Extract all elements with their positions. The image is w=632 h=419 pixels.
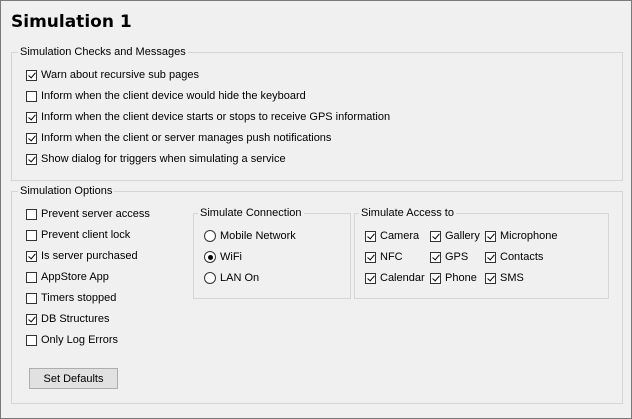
option-prevent-client-lock[interactable]: Prevent client lock [26,228,130,242]
radio-label: WiFi [220,251,242,263]
checkbox[interactable] [26,90,37,102]
radio-lan-on[interactable]: LAN On [204,271,259,285]
radio-wifi[interactable]: WiFi [204,250,242,264]
simulation-panel: Simulation 1 Simulation Checks and Messa… [0,0,632,419]
checkbox[interactable] [26,271,37,283]
checkbox-label: Gallery [445,230,480,242]
checkbox[interactable] [485,251,496,263]
checkbox-label: Timers stopped [41,292,117,304]
checkbox-label: Calendar [380,272,425,284]
checkbox-label: Inform when the client or server manages… [41,132,332,144]
access-group-title: Simulate Access to [359,206,456,220]
radio-label: LAN On [220,272,260,284]
checkbox-label: NFC [380,251,403,263]
access-sms[interactable]: SMS [485,271,524,285]
check-push-notifications[interactable]: Inform when the client or server manages… [26,131,331,145]
checkbox-label: Phone [445,272,477,284]
checkbox-label: Show dialog for triggers when simulating… [41,153,286,165]
option-only-log-errors[interactable]: Only Log Errors [26,333,118,347]
option-timers-stopped[interactable]: Timers stopped [26,291,116,305]
option-appstore-app[interactable]: AppStore App [26,270,109,284]
checkbox[interactable] [26,208,37,220]
checkbox[interactable] [26,229,37,241]
checkbox[interactable] [430,251,441,263]
checkbox-label: Prevent server access [41,208,150,220]
checkbox-label: Inform when the client device starts or … [41,111,391,123]
access-gallery[interactable]: Gallery [430,229,480,243]
checkbox[interactable] [485,272,496,284]
access-microphone[interactable]: Microphone [485,229,557,243]
checkbox-label: Is server purchased [41,250,138,262]
connection-group-title: Simulate Connection [198,206,304,220]
checkbox[interactable] [26,132,37,144]
checkbox-label: Warn about recursive sub pages [41,69,199,81]
check-trigger-dialog[interactable]: Show dialog for triggers when simulating… [26,152,286,166]
checkbox-label: GPS [445,251,469,263]
checkbox-label: Prevent client lock [41,229,131,241]
checks-group-title: Simulation Checks and Messages [18,45,188,59]
checkbox-label: DB Structures [41,313,110,325]
checkbox-label: Camera [380,230,420,242]
option-server-purchased[interactable]: Is server purchased [26,249,138,263]
checkbox[interactable] [485,230,496,242]
check-hide-keyboard[interactable]: Inform when the client device would hide… [26,89,306,103]
checkbox[interactable] [26,334,37,346]
option-prevent-server-access[interactable]: Prevent server access [26,207,150,221]
checkbox-label: Inform when the client device would hide… [41,90,306,102]
checkbox[interactable] [365,230,376,242]
checkbox-label: AppStore App [41,271,109,283]
radio-button[interactable] [204,230,216,242]
radio-button[interactable] [204,272,216,284]
checkbox[interactable] [26,69,37,81]
checkbox[interactable] [430,230,441,242]
radio-button[interactable] [204,251,216,263]
checkbox-label: SMS [500,272,524,284]
set-defaults-button[interactable]: Set Defaults [29,368,118,389]
checkbox[interactable] [26,111,37,123]
access-calendar[interactable]: Calendar [365,271,425,285]
access-gps[interactable]: GPS [430,250,468,264]
checkbox[interactable] [365,272,376,284]
access-contacts[interactable]: Contacts [485,250,543,264]
radio-label: Mobile Network [220,230,296,242]
check-gps-info[interactable]: Inform when the client device starts or … [26,110,390,124]
access-camera[interactable]: Camera [365,229,419,243]
radio-mobile-network[interactable]: Mobile Network [204,229,296,243]
checkbox[interactable] [26,292,37,304]
checkbox[interactable] [26,250,37,262]
checkbox[interactable] [365,251,376,263]
checkbox-label: Only Log Errors [41,334,119,346]
checkbox-label: Microphone [500,230,558,242]
access-nfc[interactable]: NFC [365,250,403,264]
access-phone[interactable]: Phone [430,271,477,285]
check-warn-recursive[interactable]: Warn about recursive sub pages [26,68,199,82]
checkbox-label: Contacts [500,251,544,263]
checkbox[interactable] [26,313,37,325]
option-db-structures[interactable]: DB Structures [26,312,109,326]
page-title: Simulation 1 [11,12,132,32]
options-group-title: Simulation Options [18,184,115,198]
checkbox[interactable] [26,153,37,165]
checkbox[interactable] [430,272,441,284]
